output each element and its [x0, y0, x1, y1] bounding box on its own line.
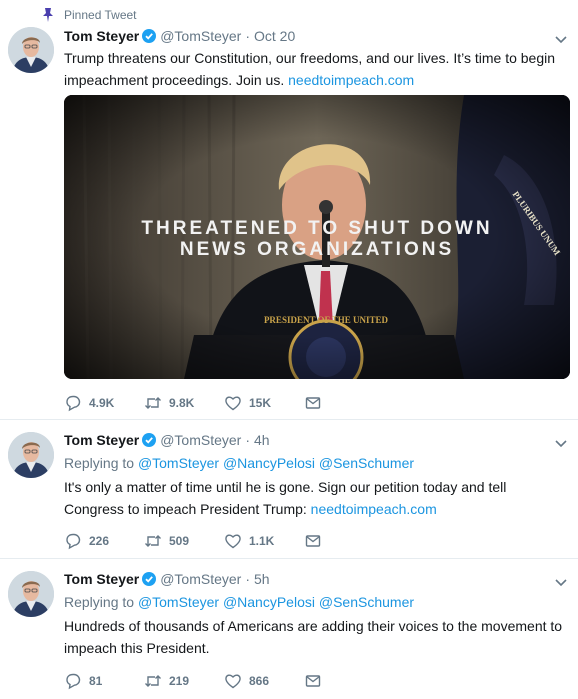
mention-link[interactable]: @TomSteyer: [138, 594, 219, 610]
separator-dot: ·: [245, 571, 251, 587]
tweet-media-video[interactable]: THREATENED TO SHUT DOWN NEWS ORGANIZATIO…: [64, 95, 570, 379]
heart-icon: [225, 534, 241, 549]
avatar-image: [8, 571, 54, 617]
tweet-actions: 226 509 1.1K: [64, 531, 384, 551]
verified-badge-icon: [142, 29, 157, 43]
like-button[interactable]: 866: [224, 672, 304, 690]
like-button[interactable]: 1.1K: [224, 532, 304, 550]
timestamp[interactable]: 5h: [254, 571, 270, 587]
chevron-down-icon[interactable]: [554, 575, 568, 589]
envelope-icon: [305, 675, 321, 687]
avatar[interactable]: [8, 27, 54, 73]
heart-icon: [225, 674, 241, 689]
retweet-button[interactable]: 219: [144, 672, 224, 690]
like-count: 866: [249, 674, 270, 688]
mention-link[interactable]: @SenSchumer: [319, 594, 414, 610]
retweet-count: 219: [169, 674, 190, 688]
reply-count: 4.9K: [89, 396, 115, 410]
retweet-icon: [145, 675, 161, 687]
author-name[interactable]: Tom Steyer: [64, 28, 139, 44]
tweet-text: Hundreds of thousands of Americans are a…: [64, 615, 568, 659]
seal-text: PRESIDENT OF THE UNITED: [264, 315, 389, 325]
reply-icon: [66, 395, 81, 412]
tweet-reply[interactable]: Tom Steyer @TomSteyer · 4h Replying to @…: [0, 420, 578, 559]
video-frame: THREATENED TO SHUT DOWN NEWS ORGANIZATIO…: [64, 95, 570, 379]
avatar[interactable]: [8, 432, 54, 478]
replying-to: Replying to @TomSteyer @NancyPelosi @Sen…: [64, 452, 568, 474]
verified-badge-icon: [142, 433, 157, 447]
direct-message-button[interactable]: [304, 672, 384, 690]
retweet-button[interactable]: 9.8K: [144, 394, 224, 412]
retweet-count: 509: [169, 534, 190, 548]
tweet-reply[interactable]: Tom Steyer @TomSteyer · 5h Replying to @…: [0, 559, 578, 699]
reply-button[interactable]: 81: [64, 672, 144, 690]
chevron-down-icon[interactable]: [554, 436, 568, 450]
video-caption-line-1: THREATENED TO SHUT DOWN: [141, 218, 492, 239]
retweet-count: 9.8K: [169, 396, 195, 410]
pin-icon: [43, 8, 53, 22]
author-handle[interactable]: @TomSteyer: [160, 571, 241, 587]
author-name[interactable]: Tom Steyer: [64, 432, 139, 448]
mention-link[interactable]: @TomSteyer: [138, 455, 219, 471]
like-button[interactable]: 15K: [224, 394, 304, 412]
tweet-header: Tom Steyer @TomSteyer · 5h: [64, 569, 568, 589]
tweet-actions: 81 219 866: [64, 671, 384, 691]
tweet-actions: 4.9K 9.8K 15K: [64, 393, 384, 413]
tweet-link[interactable]: needtoimpeach.com: [311, 501, 437, 517]
retweet-icon: [145, 535, 161, 547]
timestamp[interactable]: 4h: [254, 432, 270, 448]
heart-icon: [225, 396, 241, 411]
direct-message-button[interactable]: [304, 532, 384, 550]
tweet-header: Tom Steyer @TomSteyer · Oct 20: [64, 26, 568, 46]
envelope-icon: [305, 397, 321, 409]
tweet-header: Tom Steyer @TomSteyer · 4h: [64, 430, 568, 450]
pinned-label: Pinned Tweet: [64, 8, 137, 22]
author-handle[interactable]: @TomSteyer: [160, 432, 241, 448]
direct-message-button[interactable]: [304, 394, 384, 412]
avatar-image: [8, 27, 54, 73]
tweet-text-body: It's only a matter of time until he is g…: [64, 479, 507, 517]
separator-dot: ·: [245, 432, 251, 448]
reply-count: 81: [89, 674, 103, 688]
author-name[interactable]: Tom Steyer: [64, 571, 139, 587]
reply-count: 226: [89, 534, 110, 548]
replying-to: Replying to @TomSteyer @NancyPelosi @Sen…: [64, 591, 568, 613]
avatar-image: [8, 432, 54, 478]
reply-button[interactable]: 4.9K: [64, 394, 144, 412]
tweet-text-body: Hundreds of thousands of Americans are a…: [64, 618, 563, 656]
replying-to-label: Replying to: [64, 455, 135, 471]
chevron-down-icon[interactable]: [554, 32, 568, 46]
reply-icon: [66, 673, 81, 690]
separator-dot: ·: [245, 28, 251, 44]
avatar[interactable]: [8, 571, 54, 617]
tweet-link[interactable]: needtoimpeach.com: [288, 72, 414, 88]
retweet-icon: [145, 397, 161, 409]
reply-icon: [66, 533, 81, 550]
like-count: 1.1K: [249, 534, 275, 548]
tweet-text: Trump threatens our Constitution, our fr…: [64, 47, 568, 91]
tweet-pinned[interactable]: Pinned Tweet Tom Steyer @TomSteyer · Oct…: [0, 0, 578, 420]
envelope-icon: [305, 535, 321, 547]
verified-badge-icon: [142, 572, 157, 586]
retweet-button[interactable]: 509: [144, 532, 224, 550]
replying-to-label: Replying to: [64, 594, 135, 610]
timestamp[interactable]: Oct 20: [254, 28, 295, 44]
mention-link[interactable]: @NancyPelosi: [223, 455, 315, 471]
like-count: 15K: [249, 396, 272, 410]
author-handle[interactable]: @TomSteyer: [160, 28, 241, 44]
mention-link[interactable]: @NancyPelosi: [223, 594, 315, 610]
mention-link[interactable]: @SenSchumer: [319, 455, 414, 471]
pinned-indicator: Pinned Tweet: [40, 6, 137, 24]
video-caption-line-2: NEWS ORGANIZATIONS: [180, 239, 454, 260]
reply-button[interactable]: 226: [64, 532, 144, 550]
tweet-text: It's only a matter of time until he is g…: [64, 476, 568, 520]
